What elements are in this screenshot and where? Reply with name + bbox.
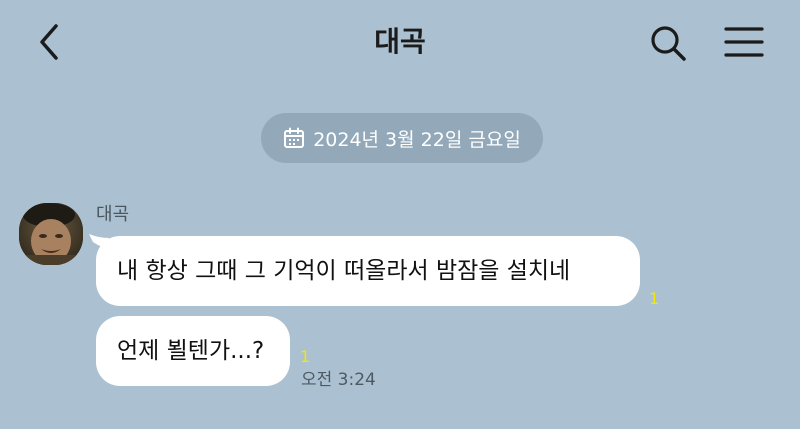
date-text: 2024년 3월 22일 금요일	[313, 128, 521, 151]
message-bubble[interactable]: 언제 뵐텐가...?	[96, 316, 290, 386]
unread-count: 1	[649, 289, 660, 308]
message-time: 오전 3:24	[301, 370, 376, 390]
message-text: 내 항상 그때 그 기억이 떠올라서 밤잠을 설치네	[117, 258, 571, 284]
search-icon	[651, 26, 686, 61]
calendar-icon	[284, 127, 305, 148]
chat-header: 대곡	[0, 0, 800, 84]
message-text: 언제 뵐텐가...?	[117, 338, 265, 364]
avatar[interactable]	[19, 203, 83, 265]
sender-name: 대곡	[96, 204, 130, 225]
menu-button[interactable]	[718, 22, 770, 62]
date-divider: 2024년 3월 22일 금요일	[261, 113, 543, 163]
unread-count: 1	[300, 347, 311, 366]
hamburger-menu-icon	[724, 27, 764, 57]
message-bubble[interactable]: 내 항상 그때 그 기억이 떠올라서 밤잠을 설치네	[96, 236, 640, 306]
search-button[interactable]	[646, 22, 690, 62]
